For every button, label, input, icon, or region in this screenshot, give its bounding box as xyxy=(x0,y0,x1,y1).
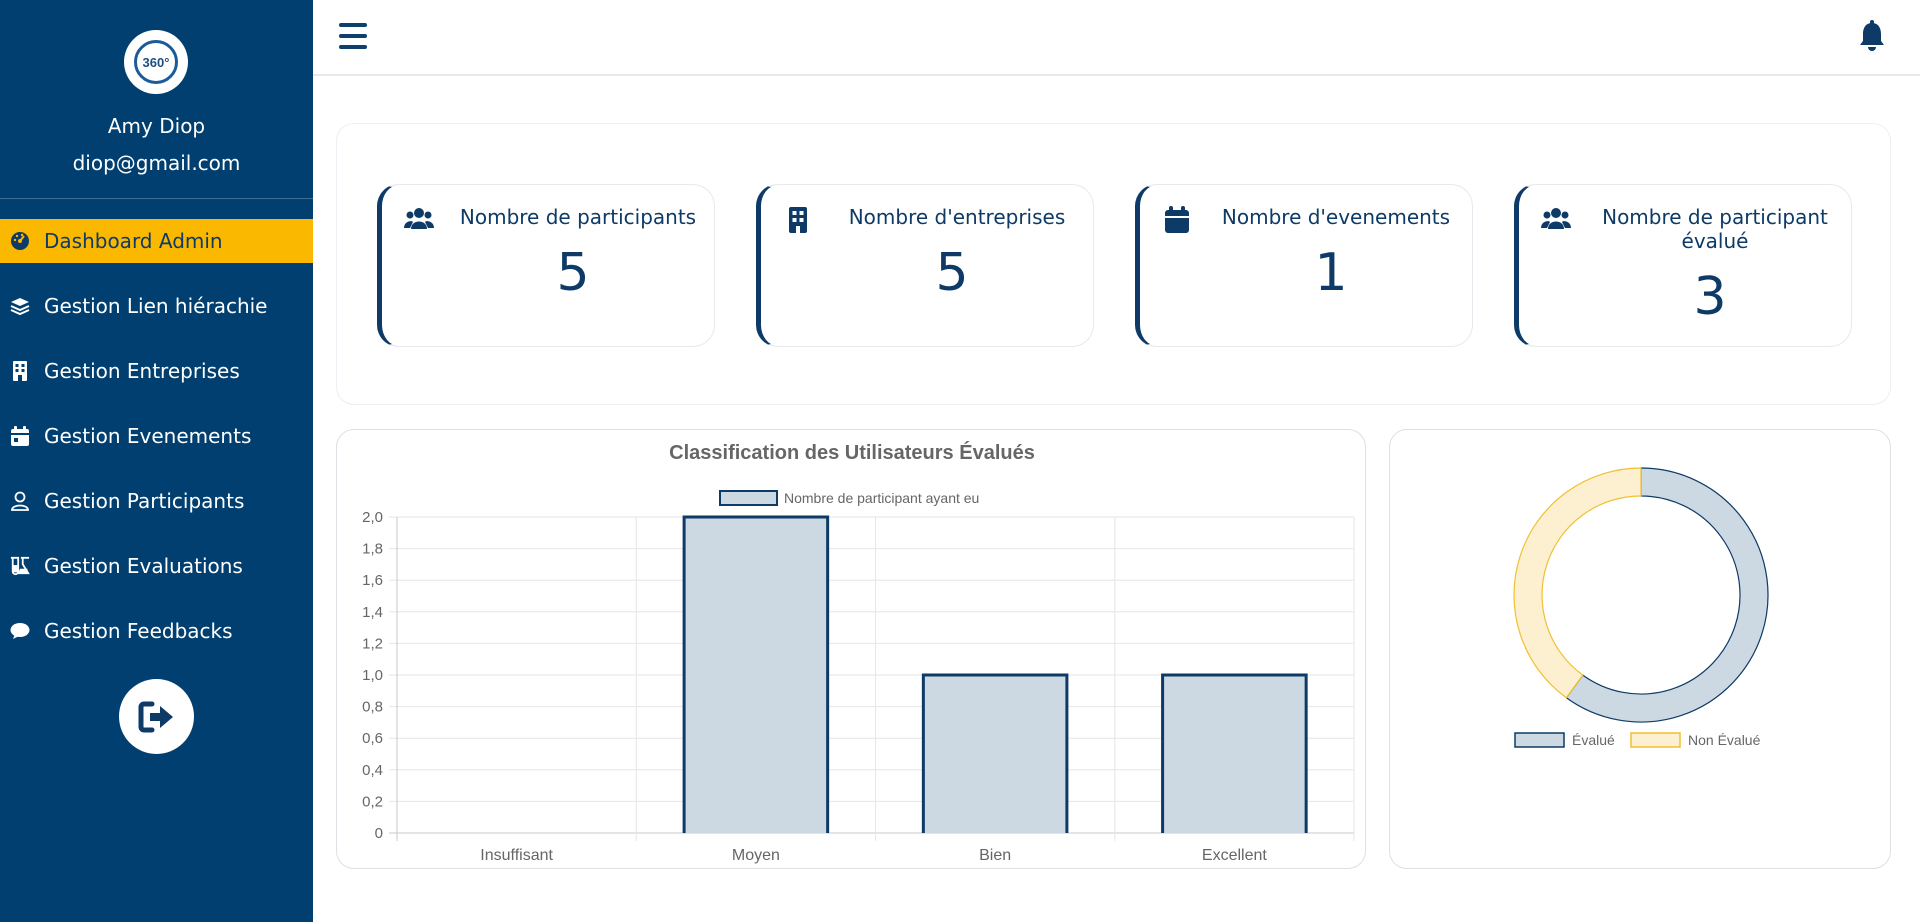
sidebar-item-label: Gestion Lien hiérachie xyxy=(44,294,268,318)
bar xyxy=(923,675,1067,833)
user-name: Amy Diop xyxy=(107,114,206,138)
bar-chart-panel: Classification des Utilisateurs Évalués N… xyxy=(336,429,1366,869)
donut-chart: Évalué Non Évalué xyxy=(1513,467,1769,748)
y-tick-label: 1,0 xyxy=(362,667,383,684)
bar-chart: Classification des Utilisateurs Évalués N… xyxy=(362,441,1355,864)
app-logo: 360° xyxy=(124,30,188,94)
logo-text: 360° xyxy=(134,40,178,84)
sidebar-item-participants[interactable]: Gestion Participants xyxy=(0,479,313,523)
stat-card-entreprises: Nombre d'entreprises 5 xyxy=(756,184,1094,347)
y-tick-label: 0,4 xyxy=(362,762,383,779)
calendar-icon xyxy=(10,426,30,446)
y-tick-label: 0 xyxy=(375,825,383,842)
y-tick-label: 1,8 xyxy=(362,541,383,558)
sidebar-item-entreprises[interactable]: Gestion Entreprises xyxy=(0,349,313,393)
calendar-icon xyxy=(1165,206,1189,233)
building-icon xyxy=(789,207,807,233)
user-email: diop@gmail.com xyxy=(72,151,241,175)
sidebar-item-evaluations[interactable]: Gestion Evaluations xyxy=(0,544,313,588)
sidebar-item-label: Gestion Evenements xyxy=(44,424,252,448)
donut-chart-panel: Évalué Non Évalué xyxy=(1389,429,1891,869)
y-tick-label: 0,8 xyxy=(362,699,383,716)
sidebar-item-feedbacks[interactable]: Gestion Feedbacks xyxy=(0,609,313,653)
users-icon xyxy=(1541,208,1571,229)
sidebar: 360° Amy Diop diop@gmail.com Dashboard A… xyxy=(0,0,313,922)
sidebar-divider xyxy=(0,198,313,199)
gauge-icon xyxy=(10,231,30,251)
legend-label: Nombre de participant ayant eu xyxy=(784,490,979,506)
stat-title: Nombre d'evenements xyxy=(1221,205,1451,229)
comment-icon xyxy=(10,621,30,641)
stat-value: 5 xyxy=(556,243,590,303)
bar xyxy=(684,517,828,833)
sidebar-item-label: Gestion Evaluations xyxy=(44,554,243,578)
user-icon xyxy=(10,491,30,511)
sidebar-item-evenements[interactable]: Gestion Evenements xyxy=(0,414,313,458)
sidebar-item-label: Gestion Entreprises xyxy=(44,359,240,383)
legend-swatch xyxy=(719,490,778,506)
users-icon xyxy=(404,208,434,229)
y-tick-label: 2,0 xyxy=(362,509,383,526)
stat-value: 3 xyxy=(1693,267,1727,327)
stat-card-participants: Nombre de participants 5 xyxy=(377,184,715,347)
stat-title: Nombre de participant évalué xyxy=(1602,205,1828,253)
x-tick-label: Moyen xyxy=(732,847,780,864)
y-tick-label: 1,6 xyxy=(362,572,383,589)
y-tick-label: 0,2 xyxy=(362,793,383,810)
legend-label: Évalué xyxy=(1572,732,1615,748)
sidebar-item-label: Gestion Feedbacks xyxy=(44,619,233,643)
sidebar-item-label: Dashboard Admin xyxy=(44,229,223,253)
y-tick-label: 0,6 xyxy=(362,730,383,747)
stat-card-participants-evalues: Nombre de participant évalué 3 xyxy=(1514,184,1852,347)
stat-value: 5 xyxy=(935,243,969,303)
legend-swatch xyxy=(1514,732,1565,748)
x-tick-label: Insuffisant xyxy=(480,847,553,864)
logout-button[interactable] xyxy=(119,679,194,754)
layers-icon xyxy=(10,296,30,316)
building-icon xyxy=(10,361,30,381)
y-tick-label: 1,2 xyxy=(362,635,383,652)
stat-title: Nombre d'entreprises xyxy=(848,205,1066,229)
sidebar-item-lien-hierachie[interactable]: Gestion Lien hiérachie xyxy=(0,284,313,328)
chart-title: Classification des Utilisateurs Évalués xyxy=(669,441,1035,464)
x-tick-label: Bien xyxy=(979,847,1011,864)
sidebar-item-label: Gestion Participants xyxy=(44,489,245,513)
legend-label: Non Évalué xyxy=(1688,732,1761,748)
donut-slice xyxy=(1513,467,1642,699)
legend-swatch xyxy=(1630,732,1681,748)
sign-out-icon xyxy=(138,701,173,732)
stats-panel: Nombre de participants 5 Nombre d'entrep… xyxy=(336,123,1891,405)
stat-value: 1 xyxy=(1314,243,1348,303)
stat-card-evenements: Nombre d'evenements 1 xyxy=(1135,184,1473,347)
stat-title: Nombre de participants xyxy=(459,205,697,229)
hamburger-icon[interactable] xyxy=(339,23,367,49)
bell-icon[interactable] xyxy=(1857,20,1887,52)
top-bar xyxy=(313,0,1920,76)
y-tick-label: 1,4 xyxy=(362,604,383,621)
x-tick-label: Excellent xyxy=(1202,847,1267,864)
bar xyxy=(1162,675,1307,833)
sidebar-item-dashboard[interactable]: Dashboard Admin xyxy=(0,219,313,263)
flask-icon xyxy=(10,556,30,576)
